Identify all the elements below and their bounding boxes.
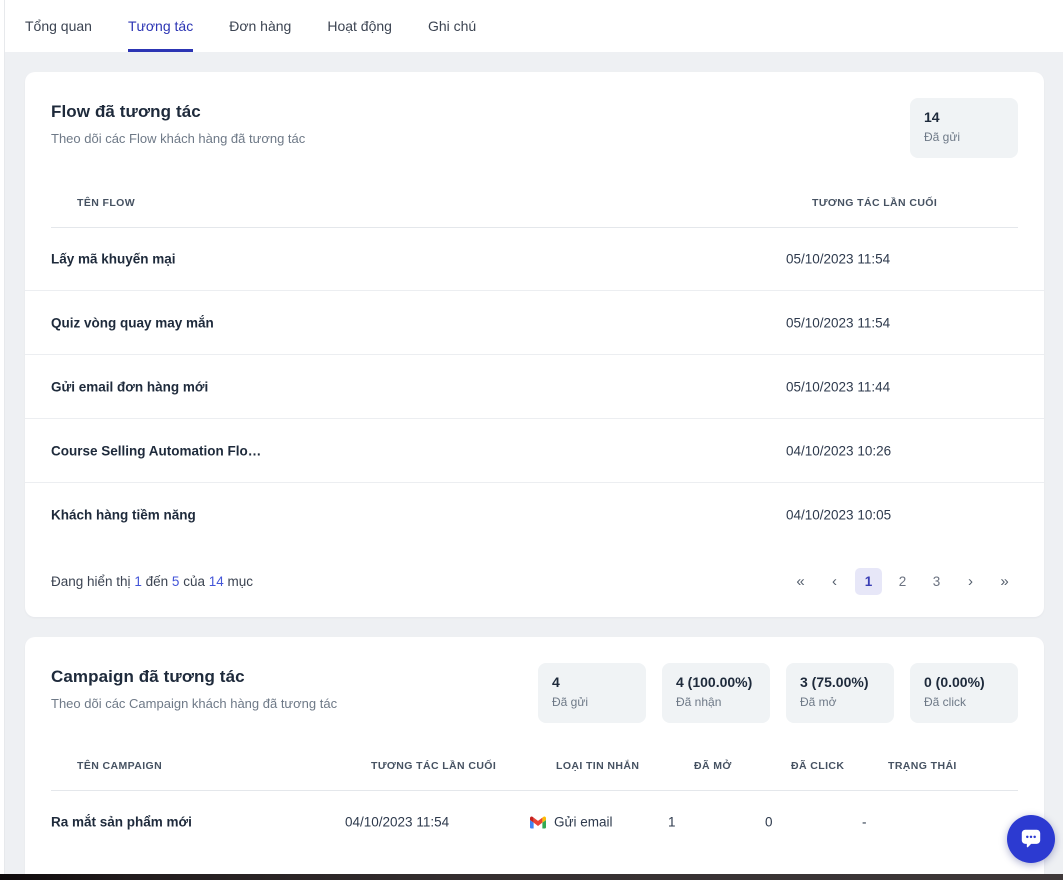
pager-controls: « ‹ 1 2 3 › » — [787, 567, 1018, 595]
col-da-mo: ĐÃ MỞ — [694, 760, 732, 772]
tab-tong-quan[interactable]: Tổng quan — [25, 0, 92, 52]
prev-page-button[interactable]: ‹ — [821, 568, 848, 595]
stat-opened-label: Đã mở — [800, 695, 837, 709]
flow-interactions-card: Flow đã tương tác Theo dõi các Flow khác… — [25, 72, 1044, 617]
summary-text: đến — [145, 573, 169, 589]
table-row[interactable]: Course Selling Automation Flo… 04/10/202… — [25, 419, 1044, 483]
stat-clicked-value: 0 (0.00%) — [924, 674, 985, 690]
page-button-3[interactable]: 3 — [923, 568, 950, 595]
stat-clicked-label: Đã click — [924, 695, 967, 709]
stat-sent: 4 Đã gửi — [538, 663, 646, 723]
col-trang-thai: TRẠNG THÁI — [888, 760, 957, 772]
flow-table-body: Lấy mã khuyến mại 05/10/2023 11:54 Quiz … — [25, 227, 1044, 547]
table-row[interactable]: Ra mắt sản phẩm mới 04/10/2023 11:54 Gửi… — [25, 790, 1044, 854]
page-button-2[interactable]: 2 — [889, 568, 916, 595]
flow-name[interactable]: Course Selling Automation Flo… — [51, 443, 261, 458]
page-button-1[interactable]: 1 — [855, 567, 882, 595]
campaign-interactions-card: Campaign đã tương tác Theo dõi các Campa… — [25, 637, 1044, 880]
stat-sent: 14 Đã gửi — [910, 98, 1018, 158]
flow-stats: 14 Đã gửi — [910, 98, 1018, 158]
table-row[interactable]: Gửi email đơn hàng mới 05/10/2023 11:44 — [25, 355, 1044, 419]
col-loai-tin-nhan: LOẠI TIN NHẮN — [556, 760, 640, 772]
summary-from: 1 — [134, 573, 142, 589]
stat-clicked: 0 (0.00%) Đã click — [910, 663, 1018, 723]
flow-name[interactable]: Lấy mã khuyến mại — [51, 251, 176, 266]
campaign-message-type: Gửi email — [530, 815, 613, 830]
summary-text: Đang hiển thị — [51, 573, 131, 589]
campaign-last-interaction: 04/10/2023 11:54 — [345, 814, 450, 830]
flow-last-interaction: 05/10/2023 11:44 — [786, 379, 891, 394]
summary-text: mục — [227, 573, 254, 589]
flow-last-interaction: 05/10/2023 11:54 — [786, 315, 891, 330]
campaign-stats: 4 Đã gửi 4 (100.00%) Đã nhận 3 (75.00%) … — [538, 663, 1018, 723]
gmail-icon — [530, 816, 546, 828]
flow-card-subtitle: Theo dõi các Flow khách hàng đã tương tá… — [51, 131, 306, 146]
summary-text: của — [183, 573, 205, 589]
campaign-status: - — [862, 814, 867, 830]
window-left-edge — [0, 0, 5, 880]
col-tuong-tac-lan-cuoi: TƯƠNG TÁC LẦN CUỐI — [812, 197, 938, 209]
campaign-opened-count: 1 — [668, 814, 676, 830]
flow-pagination: Đang hiển thị 1 đến 5 của 14 mục « ‹ 1 2… — [51, 545, 1018, 617]
flow-last-interaction: 05/10/2023 11:54 — [786, 251, 891, 266]
detail-tabs: Tổng quan Tương tác Đơn hàng Hoạt động G… — [0, 0, 1063, 52]
tab-tuong-tac[interactable]: Tương tác — [127, 0, 194, 52]
table-row[interactable]: Quiz vòng quay may mắn 05/10/2023 11:54 — [25, 291, 1044, 355]
flow-name[interactable]: Quiz vòng quay may mắn — [51, 315, 214, 330]
tab-don-hang[interactable]: Đơn hàng — [229, 0, 291, 52]
campaign-table-body: Ra mắt sản phẩm mới 04/10/2023 11:54 Gửi… — [25, 790, 1044, 854]
bottom-edge-bar — [0, 874, 1063, 880]
table-row[interactable]: Khách hàng tiềm năng 04/10/2023 10:05 — [25, 483, 1044, 547]
summary-to: 5 — [171, 573, 180, 589]
tab-hoat-dong[interactable]: Hoạt động — [327, 0, 392, 52]
flow-table-header: TÊN FLOW TƯƠNG TÁC LẦN CUỐI — [51, 197, 1018, 227]
col-da-click: ĐÃ CLICK — [791, 760, 845, 772]
last-page-button[interactable]: » — [991, 568, 1018, 595]
flow-name[interactable]: Khách hàng tiềm năng — [51, 508, 196, 523]
chat-bubble-icon — [1021, 829, 1041, 848]
col-ten-campaign: TÊN CAMPAIGN — [77, 760, 163, 772]
message-type-label: Gửi email — [554, 814, 613, 830]
stat-received-label: Đã nhận — [676, 695, 722, 709]
stat-received: 4 (100.00%) Đã nhận — [662, 663, 770, 723]
flow-last-interaction: 04/10/2023 10:05 — [786, 507, 892, 523]
stat-received-value: 4 (100.00%) — [676, 674, 753, 690]
stat-sent-label: Đã gửi — [552, 695, 589, 709]
flow-last-interaction: 04/10/2023 10:26 — [786, 443, 892, 458]
summary-total: 14 — [208, 573, 224, 589]
campaign-name[interactable]: Ra mắt sản phẩm mới — [51, 815, 192, 830]
stat-sent-value: 14 — [924, 109, 940, 125]
first-page-button[interactable]: « — [787, 568, 814, 595]
col-ten-flow: TÊN FLOW — [77, 197, 136, 209]
stat-sent-label: Đã gửi — [924, 130, 961, 144]
chat-launcher-button[interactable] — [1007, 815, 1055, 863]
stat-opened: 3 (75.00%) Đã mở — [786, 663, 894, 723]
table-row[interactable]: Lấy mã khuyến mại 05/10/2023 11:54 — [25, 227, 1044, 291]
tab-ghi-chu[interactable]: Ghi chú — [428, 0, 476, 52]
stat-sent-value: 4 — [552, 674, 560, 690]
campaign-table-header: TÊN CAMPAIGN TƯƠNG TÁC LẦN CUỐI LOẠI TIN… — [51, 760, 1018, 790]
flow-card-title: Flow đã tương tác — [51, 102, 201, 121]
col-tuong-tac-lan-cuoi: TƯƠNG TÁC LẦN CUỐI — [371, 760, 497, 772]
stat-opened-value: 3 (75.00%) — [800, 674, 869, 690]
next-page-button[interactable]: › — [957, 568, 984, 595]
campaign-clicked-count: 0 — [765, 814, 773, 830]
flow-name[interactable]: Gửi email đơn hàng mới — [51, 379, 208, 394]
pagination-summary: Đang hiển thị 1 đến 5 của 14 mục — [51, 574, 253, 589]
